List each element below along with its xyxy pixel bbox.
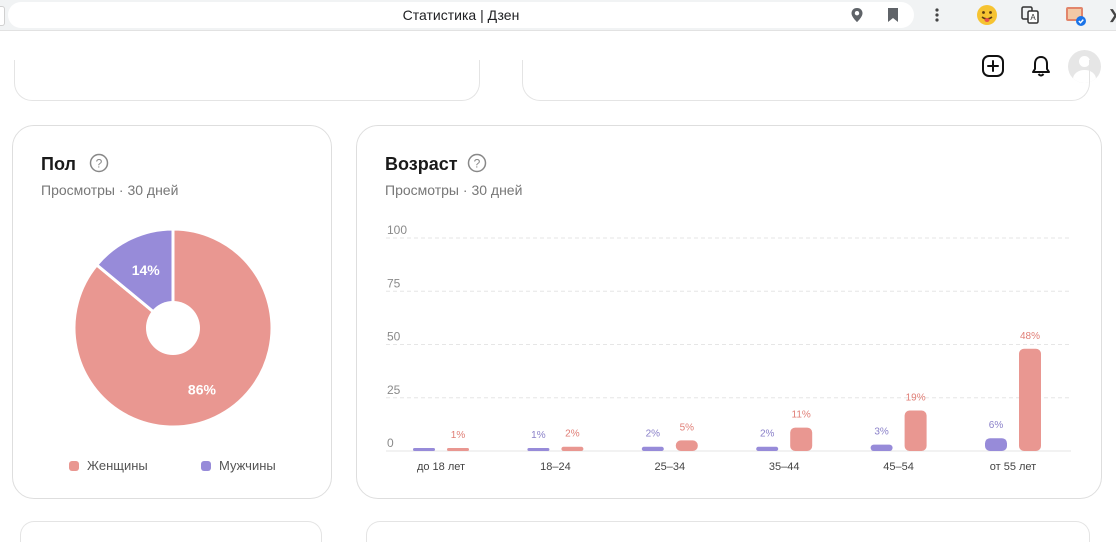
bar-value-label: 1%: [531, 430, 546, 441]
card-above-left: [14, 60, 480, 101]
age-card: Возраст ? Просмотры · 30 дней 0 25 50 75 100…: [356, 125, 1102, 499]
address-bar[interactable]: Статистика | Дзен: [8, 2, 914, 28]
translate-extension-icon[interactable]: A: [1020, 5, 1040, 25]
legend-item-women: Женщины: [69, 458, 148, 473]
legend-item-men: Мужчины: [201, 458, 276, 473]
bar-women[interactable]: [675, 440, 698, 451]
x-tick-label: до 18 лет: [417, 461, 465, 473]
bar-men[interactable]: [756, 446, 779, 451]
bar-men[interactable]: [641, 446, 664, 451]
browser-back-stub[interactable]: [0, 6, 5, 26]
bookmark-icon[interactable]: [887, 7, 899, 23]
emoji-extension-icon[interactable]: [976, 4, 998, 26]
bar-women[interactable]: [1019, 348, 1041, 451]
bar-men[interactable]: [985, 438, 1007, 451]
extension-overflow-icon[interactable]: ❯: [1108, 7, 1116, 23]
y-tick-label: 25: [387, 383, 401, 397]
bar-women[interactable]: [447, 448, 469, 451]
y-tick-label: 50: [387, 330, 401, 344]
bar-value-label: 2%: [646, 429, 661, 440]
y-tick-label: 100: [387, 223, 407, 237]
pie-label-men: 14%: [132, 262, 161, 278]
bar-women[interactable]: [561, 446, 584, 451]
bar-women[interactable]: [790, 427, 813, 451]
pie-label-women: 86%: [188, 382, 217, 398]
donut-hole: [146, 301, 200, 355]
bar-men[interactable]: [413, 448, 435, 451]
card-below-right: [366, 521, 1090, 542]
x-tick-label: 18–24: [540, 461, 571, 473]
page-tab-title: Статистика | Дзен: [402, 7, 520, 23]
bar-value-label: 1%: [451, 430, 466, 441]
bar-men[interactable]: [527, 448, 550, 451]
bar-value-label: 5%: [680, 422, 695, 433]
legend-swatch-men: [201, 460, 211, 471]
browser-toolbar: Статистика | Дзен A ❯: [0, 0, 1116, 31]
bar-value-label: 48%: [1020, 331, 1040, 342]
card-below-left: [20, 521, 322, 542]
bar-value-label: 19%: [906, 393, 926, 404]
bar-value-label: 11%: [792, 410, 811, 421]
x-tick-label: 35–44: [769, 461, 800, 473]
x-tick-label: от 55 лет: [990, 461, 1036, 473]
bar-value-label: 2%: [565, 429, 580, 440]
card-above-right: [522, 60, 1090, 101]
image-extension-icon[interactable]: [1064, 4, 1088, 28]
bar-women[interactable]: [904, 410, 927, 451]
legend-swatch-women: [69, 460, 79, 471]
bar-men[interactable]: [870, 444, 893, 451]
legend-label-men: Мужчины: [219, 458, 276, 473]
gender-card: Пол ? Просмотры · 30 дней 86% 14% Женщины…: [12, 125, 332, 499]
age-bar-chart: 0 25 50 75 100 1% до 18 лет 1% 2% 18–24 2% 5% 25–34 2…: [386, 223, 1071, 473]
svg-text:A: A: [1030, 13, 1036, 22]
legend-label-women: Женщины: [87, 458, 148, 473]
y-tick-label: 75: [387, 276, 401, 290]
browser-menu-icon[interactable]: [934, 7, 940, 23]
location-pin-icon[interactable]: [850, 7, 864, 23]
x-tick-label: 25–34: [655, 461, 686, 473]
y-tick-label: 0: [387, 436, 394, 450]
x-tick-label: 45–54: [883, 461, 914, 473]
bar-value-label: 6%: [989, 420, 1004, 431]
bar-value-label: 2%: [760, 429, 775, 440]
gender-donut-chart: 86% 14%: [72, 227, 274, 429]
bar-value-label: 3%: [874, 427, 889, 438]
